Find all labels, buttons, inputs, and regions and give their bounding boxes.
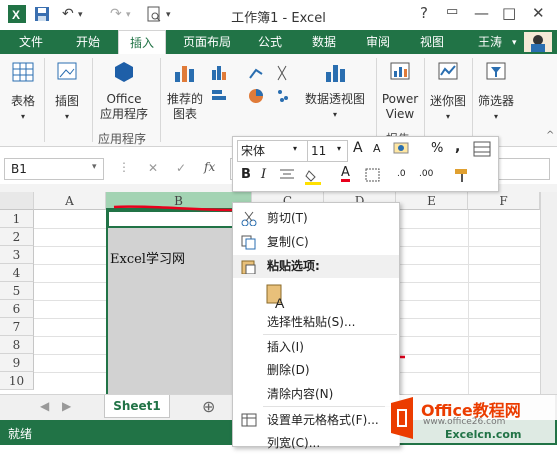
menu-item-column-width[interactable]: 列宽(C)... [233, 432, 399, 455]
percent-style-icon[interactable]: % [431, 141, 443, 156]
decrease-decimal-icon[interactable]: .0 [397, 169, 406, 179]
watermark-logo: Office教程网 www.office26.com Excelcn.com [385, 395, 555, 443]
font-size-box[interactable]: 11 [307, 140, 348, 162]
fill-color-icon[interactable] [305, 167, 327, 188]
size-dropdown-icon[interactable]: ▾ [337, 144, 341, 153]
menu-label-format-cells: 设置单元格格式(F)... [267, 413, 379, 427]
mini-toolbar: 宋体 ▾ 11 ▾ A A % , B I A .0 .00 [232, 136, 499, 192]
number-format-icon[interactable] [393, 141, 411, 160]
context-menu: 剪切(T) 复制(C) 粘贴选项: A 选择性粘贴(S)... 插入(I) 删除… [232, 202, 400, 450]
increase-decimal-icon[interactable]: .00 [419, 169, 433, 179]
menu-item-cut[interactable]: 剪切(T) [233, 207, 399, 230]
sheet-tab-sheet1[interactable]: Sheet1 [104, 395, 170, 418]
menu-label-delete: 删除(D) [267, 363, 310, 377]
comma-style-icon[interactable]: , [455, 139, 460, 155]
menu-divider [263, 334, 397, 335]
menu-section-paste-options: 粘贴选项: [233, 255, 399, 278]
format-painter-icon[interactable] [453, 167, 471, 186]
copy-icon [241, 235, 256, 250]
menu-label-insert: 插入(I) [267, 340, 304, 354]
bold-button[interactable]: B [241, 167, 251, 182]
watermark-site: Excelcn.com [445, 428, 522, 441]
menu-item-clear-contents[interactable]: 清除内容(N) [233, 383, 399, 406]
menu-item-copy[interactable]: 复制(C) [233, 231, 399, 254]
borders-icon[interactable] [365, 168, 381, 185]
add-sheet-icon[interactable]: ⊕ [202, 397, 215, 416]
watermark-url: www.office26.com [423, 417, 506, 427]
annotation-underline-b [113, 205, 247, 212]
menu-label-clear: 清除内容(N) [267, 387, 334, 401]
format-table-icon[interactable] [473, 141, 491, 160]
menu-item-format-cells[interactable]: 设置单元格格式(F)... [233, 409, 399, 432]
clipboard-icon [241, 260, 256, 274]
svg-text:A: A [275, 295, 285, 309]
font-color-icon[interactable]: A [341, 166, 350, 182]
menu-divider [263, 406, 397, 407]
menu-label-paste-special: 选择性粘贴(S)... [267, 315, 356, 329]
paste-icon: A [266, 284, 285, 311]
grow-font-icon[interactable]: A [353, 140, 363, 156]
menu-item-insert[interactable]: 插入(I) [233, 336, 399, 359]
menu-label-cut: 剪切(T) [267, 211, 308, 225]
paste-button[interactable]: A [265, 283, 289, 311]
menu-label-copy: 复制(C) [267, 235, 309, 249]
font-name-box[interactable]: 宋体 [237, 140, 308, 162]
menu-item-delete[interactable]: 删除(D) [233, 359, 399, 382]
prev-sheet-icon[interactable]: ◀ [40, 399, 49, 413]
shrink-font-icon[interactable]: A [373, 142, 381, 155]
status-text: 就绪 [8, 427, 33, 441]
menu-item-paste-special[interactable]: 选择性粘贴(S)... [233, 311, 399, 334]
format-cells-icon [241, 413, 257, 427]
next-sheet-icon[interactable]: ▶ [62, 399, 71, 413]
italic-button[interactable]: I [261, 167, 266, 182]
align-center-icon[interactable] [279, 168, 295, 185]
scissors-icon [241, 211, 257, 226]
font-dropdown-icon[interactable]: ▾ [293, 144, 297, 153]
menu-label-paste-options: 粘贴选项: [267, 259, 320, 273]
menu-label-column-width: 列宽(C)... [267, 436, 321, 450]
